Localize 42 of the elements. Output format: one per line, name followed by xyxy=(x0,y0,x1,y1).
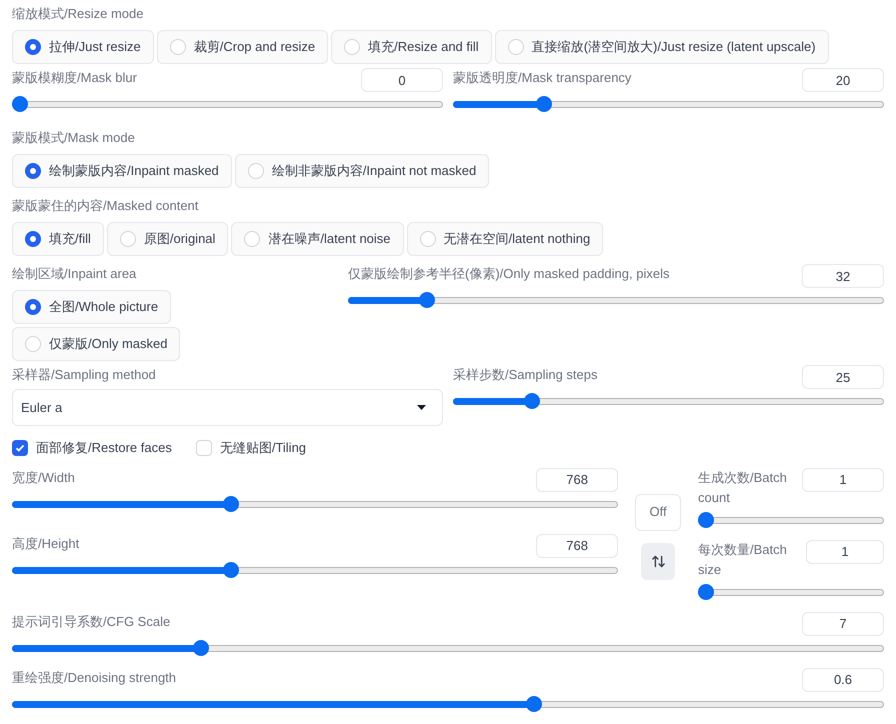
field-label: 提示词引导系数/CFG Scale xyxy=(12,612,170,630)
field-label: 重绘强度/Denoising strength xyxy=(12,668,176,687)
number-field[interactable]: 768 xyxy=(536,468,618,492)
radio-option[interactable]: 直接缩放(潜空间放大)/Just resize (latent upscale) xyxy=(494,30,829,64)
number-field[interactable]: 7 xyxy=(802,612,884,636)
radio-option[interactable]: 仅蒙版/Only masked xyxy=(12,327,180,361)
radio-option[interactable]: 拉伸/Just resize xyxy=(12,30,154,64)
radio-option[interactable]: 潜在噪声/latent noise xyxy=(231,222,404,256)
field-label: 采样步数/Sampling steps xyxy=(453,366,598,384)
radio-option[interactable]: 绘制非蒙版内容/Inpaint not masked xyxy=(234,154,490,188)
number-field[interactable]: 20 xyxy=(802,68,884,92)
field-label: 每次数量/Batch size xyxy=(698,540,788,578)
field-label: 蒙版模式/Mask mode xyxy=(12,129,136,147)
field-label: 宽度/Width xyxy=(12,468,75,486)
sampler-dropdown[interactable]: Euler a xyxy=(12,389,443,426)
number-field[interactable]: 0 xyxy=(361,68,443,92)
radio-option[interactable]: 绘制蒙版内容/Inpaint masked xyxy=(12,154,232,188)
field-label: 蒙版蒙住的内容/Masked content xyxy=(12,197,200,215)
field-label: 蒙版模糊度/Mask blur xyxy=(12,69,137,87)
field-label: 缩放模式/Resize mode xyxy=(12,5,144,23)
radio-option[interactable]: 原图/original xyxy=(106,222,228,256)
number-field[interactable]: 32 xyxy=(802,264,884,288)
number-field[interactable]: 768 xyxy=(536,534,618,558)
number-field[interactable]: 0.6 xyxy=(802,668,884,692)
radio-option[interactable]: 无潜在空间/latent nothing xyxy=(406,222,604,256)
field-label: 蒙版透明度/Mask transparency xyxy=(453,69,632,87)
field-label: 生成次数/Batch count xyxy=(698,468,788,506)
number-field[interactable]: 1 xyxy=(802,468,884,492)
off-button[interactable]: Off xyxy=(635,494,682,530)
field-label: 绘制区域/Inpaint area xyxy=(12,265,138,283)
number-field[interactable]: 1 xyxy=(806,540,884,564)
field-label: 采样器/Sampling method xyxy=(12,366,157,384)
number-field[interactable]: 25 xyxy=(802,365,884,389)
checkbox-option[interactable]: 面部修复/Restore faces xyxy=(12,438,172,458)
radio-option[interactable]: 填充/fill xyxy=(12,222,104,256)
radio-option[interactable]: 裁剪/Crop and resize xyxy=(156,30,328,64)
radio-option[interactable]: 全图/Whole picture xyxy=(12,290,172,324)
checkbox-option[interactable]: 无缝贴图/Tiling xyxy=(196,438,306,458)
radio-option[interactable]: 填充/Resize and fill xyxy=(331,30,492,64)
field-label: 仅蒙版绘制参考半径(像素)/Only masked padding, pixels xyxy=(348,265,670,283)
field-label: 高度/Height xyxy=(12,534,80,553)
dropdown-value: Euler a xyxy=(21,398,62,417)
